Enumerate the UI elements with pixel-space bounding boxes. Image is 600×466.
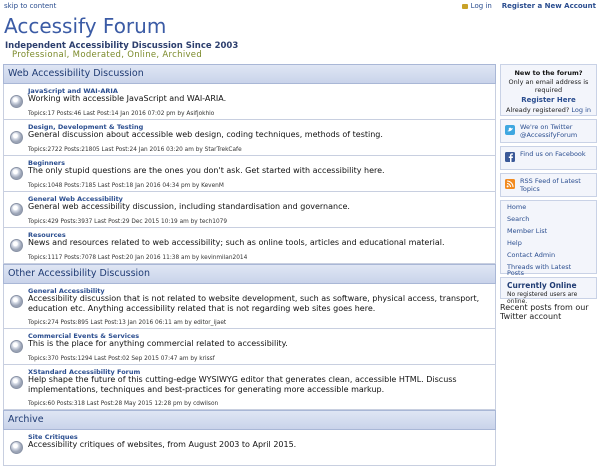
skip-to-content-link[interactable]: skip to content xyxy=(4,2,56,10)
lock-icon xyxy=(461,3,468,9)
forum-description: Help shape the future of this cutting-ed… xyxy=(28,375,457,394)
forum-status-icon xyxy=(10,131,23,144)
forum-row: Resources News and resources related to … xyxy=(3,228,496,264)
facebook-text: Find us on Facebook xyxy=(520,150,586,158)
forum-stats: Topics:370 Posts:1294 Last Post:02 Sep 2… xyxy=(28,356,215,362)
menu-latest-threads[interactable]: Threads with Latest Posts xyxy=(501,261,596,277)
forum-row: JavaScript and WAI-ARIA Working with acc… xyxy=(3,84,496,120)
register-here-link[interactable]: Register Here xyxy=(501,96,596,104)
forum-description: The only stupid questions are the ones y… xyxy=(28,166,385,175)
forum-status-icon xyxy=(10,239,23,252)
forum-description: Working with accessible JavaScript and W… xyxy=(28,94,227,103)
forum-status-icon xyxy=(10,376,23,389)
forum-stats: Topics:1048 Posts:7185 Last Post:18 Jan … xyxy=(28,183,224,189)
category-archive[interactable]: Archive xyxy=(3,410,496,430)
facebook-link[interactable]: Find us on Facebook xyxy=(500,146,597,170)
twitter-link[interactable]: We're on Twitter @AccessifyForum xyxy=(500,119,597,143)
forum-description: This is the place for anything commercia… xyxy=(28,339,288,348)
rss-link[interactable]: RSS Feed of Latest Topics xyxy=(500,173,597,197)
rss-text: RSS Feed of Latest Topics xyxy=(520,177,581,193)
forum-stats: Topics:1117 Posts:7078 Last Post:20 Jan … xyxy=(28,255,248,261)
currently-online-heading: Currently Online xyxy=(507,281,577,290)
new-user-heading: New to the forum? xyxy=(514,69,583,77)
twitter-icon xyxy=(505,125,515,135)
login-link[interactable]: Log in xyxy=(461,2,492,10)
forum-row: Design, Development & Testing General di… xyxy=(3,120,496,156)
rss-icon xyxy=(505,179,515,189)
forum-row: Site Critiques Accessibility critiques o… xyxy=(3,430,496,466)
forum-stats: Topics:429 Posts:3937 Last Post:29 Dec 2… xyxy=(28,219,228,225)
email-note: Only an email address is required xyxy=(508,78,589,94)
forum-row: XStandard Accessibility Forum Help shape… xyxy=(3,365,496,410)
sidebar: New to the forum? Only an email address … xyxy=(500,64,597,321)
currently-online-box: Currently Online No registered users are… xyxy=(500,277,597,305)
already-registered-text: Already registered? xyxy=(506,106,570,114)
forum-stats: Topics:2722 Posts:21805 Last Post:24 Jan… xyxy=(28,147,242,153)
forum-row: Commercial Events & Services This is the… xyxy=(3,329,496,365)
menu-member-list[interactable]: Member List xyxy=(501,225,596,237)
forum-row: Beginners The only stupid questions are … xyxy=(3,156,496,192)
top-links: Log in Register a New Account xyxy=(461,2,596,10)
forum-status-icon xyxy=(10,167,23,180)
forum-description: Accessibility critiques of websites, fro… xyxy=(28,440,297,449)
forum-description: General web accessibility discussion, in… xyxy=(28,202,350,211)
forum-description: News and resources related to web access… xyxy=(28,238,445,247)
register-new-account-link[interactable]: Register a New Account xyxy=(502,2,596,10)
recent-posts-heading: Recent posts from our Twitter account xyxy=(500,303,589,321)
site-subtagline: Professional, Moderated, Online, Archive… xyxy=(12,50,203,60)
forum-description: Accessibility discussion that is not rel… xyxy=(28,294,480,313)
site-title[interactable]: Accessify Forum xyxy=(4,14,166,38)
new-user-box: New to the forum? Only an email address … xyxy=(500,64,597,116)
forum-row: General Accessibility Accessibility disc… xyxy=(3,284,496,329)
forum-stats: Topics:17 Posts:46 Last Post:14 Jan 2016… xyxy=(28,111,215,117)
menu-contact-admin[interactable]: Contact Admin xyxy=(501,249,596,261)
forum-list: Web Accessibility Discussion JavaScript … xyxy=(3,64,496,466)
forum-stats: Topics:274 Posts:895 Last Post:13 Jan 20… xyxy=(28,320,227,326)
sidebar-login-link[interactable]: Log in xyxy=(571,106,591,114)
forum-status-icon xyxy=(10,340,23,353)
menu-help[interactable]: Help xyxy=(501,237,596,249)
forum-status-icon xyxy=(10,95,23,108)
category-other-accessibility[interactable]: Other Accessibility Discussion xyxy=(3,264,496,284)
forum-row: General Web Accessibility General web ac… xyxy=(3,192,496,228)
sidebar-menu: Home Search Member List Help Contact Adm… xyxy=(500,200,597,277)
forum-stats: Topics:60 Posts:318 Last Post:28 May 201… xyxy=(28,401,219,407)
facebook-icon xyxy=(505,152,515,162)
menu-search[interactable]: Search xyxy=(501,213,596,225)
menu-home[interactable]: Home xyxy=(501,201,596,213)
twitter-text: We're on Twitter @AccessifyForum xyxy=(520,123,578,139)
forum-description: General discussion about accessible web … xyxy=(28,130,383,139)
forum-status-icon xyxy=(10,295,23,308)
forum-status-icon xyxy=(10,441,23,454)
category-web-accessibility[interactable]: Web Accessibility Discussion xyxy=(3,64,496,84)
forum-status-icon xyxy=(10,203,23,216)
